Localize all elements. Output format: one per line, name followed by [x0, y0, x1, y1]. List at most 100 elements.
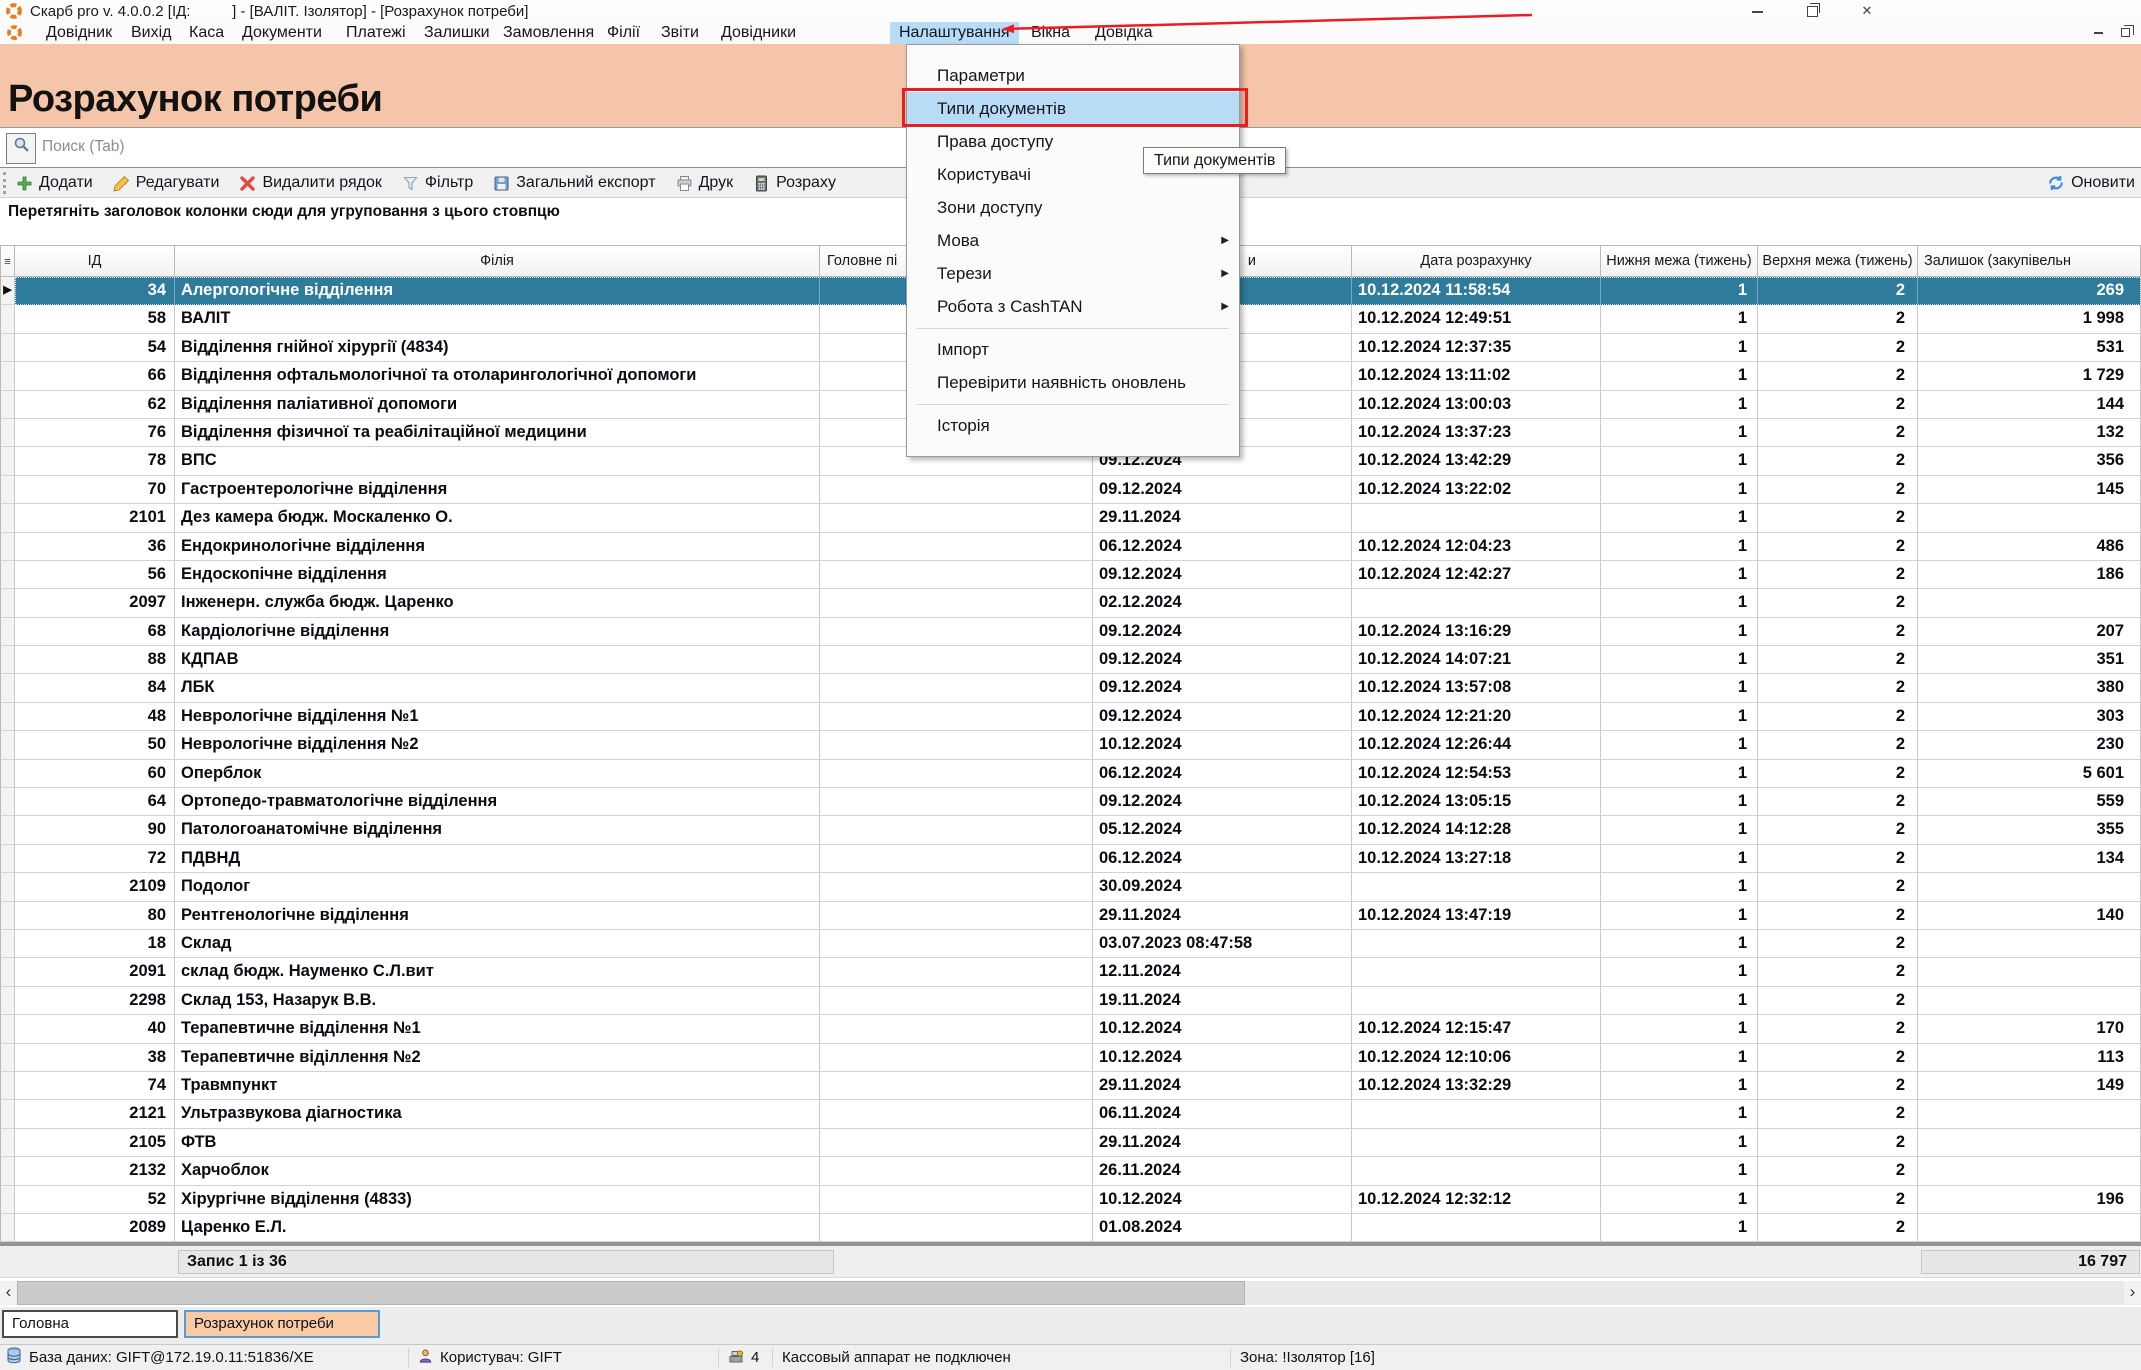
- menu-item-мова[interactable]: Мова▶: [907, 224, 1239, 257]
- cell-filia[interactable]: ФТВ: [175, 1129, 820, 1157]
- cell-col_hidden[interactable]: 19.11.2024: [1093, 987, 1352, 1015]
- cell-id[interactable]: 78: [15, 447, 175, 475]
- table-row[interactable]: 2097Інженерн. служба бюдж. Царенко02.12.…: [0, 589, 2141, 617]
- cell-id[interactable]: 36: [15, 533, 175, 561]
- cell-calc_date[interactable]: 10.12.2024 12:49:51: [1352, 305, 1601, 333]
- cell-golovne[interactable]: [820, 646, 1093, 674]
- cell-calc_date[interactable]: 10.12.2024 13:47:19: [1352, 902, 1601, 930]
- cell-filia[interactable]: Ендоскопічне відділення: [175, 561, 820, 589]
- cell-col_hidden[interactable]: 02.12.2024: [1093, 589, 1352, 617]
- cell-filia[interactable]: Гастроентерологічне відділення: [175, 476, 820, 504]
- print-button[interactable]: Друк: [674, 170, 736, 196]
- table-row[interactable]: 2091склад бюдж. Науменко С.Л.вит12.11.20…: [0, 958, 2141, 986]
- cell-lower[interactable]: 1: [1601, 334, 1758, 362]
- cell-indicator[interactable]: [0, 447, 15, 475]
- cell-indicator[interactable]: [0, 362, 15, 390]
- cell-calc_date[interactable]: [1352, 1214, 1601, 1242]
- menubar-item-філії[interactable]: Філії: [598, 22, 649, 44]
- cell-balance[interactable]: [1918, 987, 2141, 1015]
- cell-lower[interactable]: 1: [1601, 476, 1758, 504]
- cell-col_hidden[interactable]: 30.09.2024: [1093, 873, 1352, 901]
- cell-id[interactable]: 2101: [15, 504, 175, 532]
- cell-col_hidden[interactable]: 10.12.2024: [1093, 1044, 1352, 1072]
- cell-indicator[interactable]: [0, 1044, 15, 1072]
- cell-lower[interactable]: 1: [1601, 1100, 1758, 1128]
- cell-upper[interactable]: 2: [1758, 476, 1918, 504]
- cell-filia[interactable]: ПДВНД: [175, 845, 820, 873]
- cell-calc_date[interactable]: 10.12.2024 14:07:21: [1352, 646, 1601, 674]
- table-row[interactable]: 2121Ультразвукова діагностика06.11.20241…: [0, 1100, 2141, 1128]
- cell-upper[interactable]: 2: [1758, 731, 1918, 759]
- cell-calc_date[interactable]: [1352, 1129, 1601, 1157]
- cell-lower[interactable]: 1: [1601, 845, 1758, 873]
- cell-lower[interactable]: 1: [1601, 419, 1758, 447]
- cell-col_hidden[interactable]: 01.08.2024: [1093, 1214, 1352, 1242]
- cell-upper[interactable]: 2: [1758, 334, 1918, 362]
- cell-id[interactable]: 54: [15, 334, 175, 362]
- cell-lower[interactable]: 1: [1601, 646, 1758, 674]
- cell-lower[interactable]: 1: [1601, 533, 1758, 561]
- cell-col_hidden[interactable]: 29.11.2024: [1093, 1129, 1352, 1157]
- cell-golovne[interactable]: [820, 703, 1093, 731]
- table-row[interactable]: 72ПДВНД06.12.202410.12.2024 13:27:181213…: [0, 845, 2141, 873]
- cell-filia[interactable]: Царенко Е.Л.: [175, 1214, 820, 1242]
- cell-col_hidden[interactable]: 06.11.2024: [1093, 1100, 1352, 1128]
- column-header-filia[interactable]: Філія: [175, 245, 820, 277]
- menubar-item-вікна[interactable]: Вікна: [1022, 22, 1079, 44]
- cell-upper[interactable]: 2: [1758, 533, 1918, 561]
- cell-filia[interactable]: ЛБК: [175, 674, 820, 702]
- menu-item-терези[interactable]: Терези▶: [907, 257, 1239, 290]
- cell-golovne[interactable]: [820, 1186, 1093, 1214]
- cell-id[interactable]: 76: [15, 419, 175, 447]
- cell-calc_date[interactable]: [1352, 987, 1601, 1015]
- cell-balance[interactable]: 380: [1918, 674, 2141, 702]
- cell-lower[interactable]: 1: [1601, 362, 1758, 390]
- cell-filia[interactable]: Алергологічне відділення: [175, 277, 820, 305]
- cell-filia[interactable]: Відділення гнійної хірургії (4834): [175, 334, 820, 362]
- cell-filia[interactable]: ВПС: [175, 447, 820, 475]
- cell-id[interactable]: 56: [15, 561, 175, 589]
- cell-calc_date[interactable]: 10.12.2024 11:58:54: [1352, 277, 1601, 305]
- cell-id[interactable]: 84: [15, 674, 175, 702]
- cell-golovne[interactable]: [820, 1072, 1093, 1100]
- restore-button[interactable]: [1794, 1, 1830, 20]
- cell-lower[interactable]: 1: [1601, 1129, 1758, 1157]
- cell-calc_date[interactable]: [1352, 873, 1601, 901]
- cell-filia[interactable]: Терапевтичне віділлення №2: [175, 1044, 820, 1072]
- cell-upper[interactable]: 2: [1758, 1100, 1918, 1128]
- cell-calc_date[interactable]: 10.12.2024 12:37:35: [1352, 334, 1601, 362]
- cell-balance[interactable]: 303: [1918, 703, 2141, 731]
- cell-filia[interactable]: Травмпункт: [175, 1072, 820, 1100]
- cell-id[interactable]: 74: [15, 1072, 175, 1100]
- cell-id[interactable]: 18: [15, 930, 175, 958]
- cell-id[interactable]: 34: [15, 277, 175, 305]
- cell-upper[interactable]: 2: [1758, 902, 1918, 930]
- cell-upper[interactable]: 2: [1758, 845, 1918, 873]
- cell-col_hidden[interactable]: 06.12.2024: [1093, 533, 1352, 561]
- cell-golovne[interactable]: [820, 1044, 1093, 1072]
- menu-item-робота-з-cashtan[interactable]: Робота з CashTAN▶: [907, 290, 1239, 323]
- cell-lower[interactable]: 1: [1601, 391, 1758, 419]
- cell-filia[interactable]: ВАЛІТ: [175, 305, 820, 333]
- cell-balance[interactable]: 132: [1918, 419, 2141, 447]
- cell-indicator[interactable]: [0, 1015, 15, 1043]
- table-row[interactable]: 2109Подолог30.09.202412: [0, 873, 2141, 901]
- table-row[interactable]: 68Кардіологічне відділення09.12.202410.1…: [0, 618, 2141, 646]
- cell-upper[interactable]: 2: [1758, 561, 1918, 589]
- menu-item-імпорт[interactable]: Імпорт: [907, 333, 1239, 366]
- cell-upper[interactable]: 2: [1758, 277, 1918, 305]
- cell-col_hidden[interactable]: 10.12.2024: [1093, 1015, 1352, 1043]
- cell-upper[interactable]: 2: [1758, 816, 1918, 844]
- table-row[interactable]: 80Рентгенологічне відділення29.11.202410…: [0, 902, 2141, 930]
- cell-indicator[interactable]: [0, 1072, 15, 1100]
- cell-id[interactable]: 70: [15, 476, 175, 504]
- cell-golovne[interactable]: [820, 504, 1093, 532]
- cell-upper[interactable]: 2: [1758, 419, 1918, 447]
- menubar-item-вихід[interactable]: Вихід: [122, 22, 181, 44]
- cell-upper[interactable]: 2: [1758, 958, 1918, 986]
- cell-id[interactable]: 2132: [15, 1157, 175, 1185]
- cell-col_hidden[interactable]: 29.11.2024: [1093, 902, 1352, 930]
- cell-upper[interactable]: 2: [1758, 589, 1918, 617]
- menubar-item-довідники[interactable]: Довідники: [712, 22, 805, 44]
- table-row[interactable]: 2105ФТВ29.11.202412: [0, 1129, 2141, 1157]
